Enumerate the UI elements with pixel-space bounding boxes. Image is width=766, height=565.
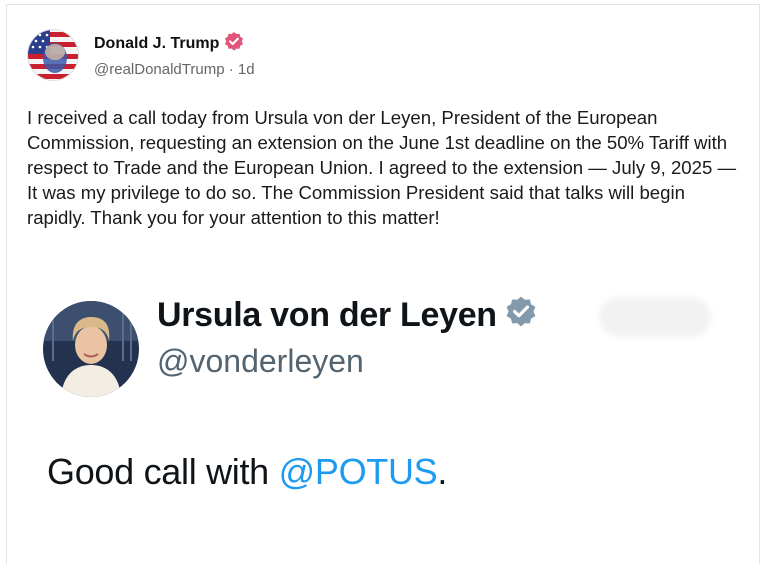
author-avatar[interactable] — [27, 29, 79, 81]
quoted-post-image[interactable]: Ursula von der Leyen @vonderleyen Good c… — [13, 275, 755, 565]
author-handle[interactable]: @realDonaldTrump — [94, 61, 225, 78]
post-body: I received a call today from Ursula von … — [27, 107, 737, 228]
author-meta: @realDonaldTrump · 1d — [94, 61, 255, 78]
post-timestamp[interactable]: 1d — [238, 61, 255, 78]
verified-badge-icon — [224, 31, 244, 56]
quoted-author-name: Ursula von der Leyen — [157, 296, 497, 334]
quoted-author-name-row: Ursula von der Leyen — [157, 295, 537, 336]
blurred-follow-button — [599, 297, 711, 337]
quoted-text-after: . — [437, 451, 448, 492]
meta-separator: · — [228, 61, 234, 78]
quoted-post-text: Good call with @POTUS. — [47, 451, 447, 493]
quoted-author-handle: @vonderleyen — [157, 343, 364, 379]
verified-badge-icon — [505, 295, 537, 336]
quoted-author-avatar — [43, 301, 139, 397]
quoted-text-before: Good call with — [47, 451, 279, 492]
post-card: Donald J. Trump @realDonaldTrump · 1d I … — [6, 4, 760, 565]
author-name-row[interactable]: Donald J. Trump — [94, 31, 244, 56]
quoted-mention: @POTUS — [278, 451, 438, 492]
author-name[interactable]: Donald J. Trump — [94, 35, 219, 53]
